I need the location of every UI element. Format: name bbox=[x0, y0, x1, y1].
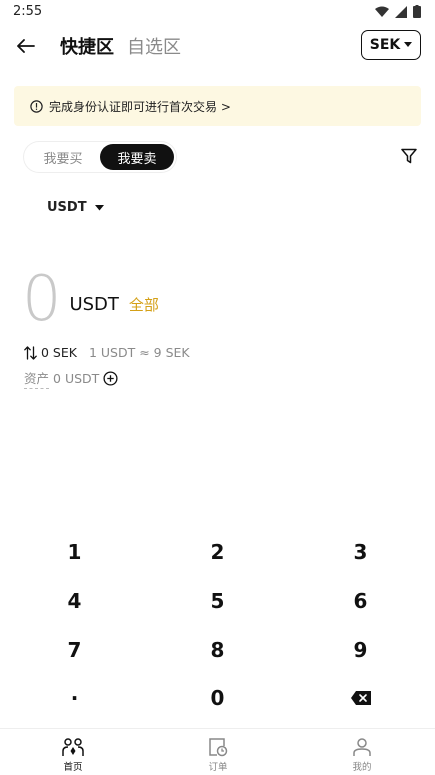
battery-icon bbox=[413, 5, 421, 18]
key-5[interactable]: 5 bbox=[145, 577, 290, 625]
caret-down-icon bbox=[404, 42, 413, 47]
fiat-amount: 0 SEK bbox=[41, 345, 77, 360]
kyc-notice-banner[interactable]: 完成身份认证即可进行首次交易 > bbox=[14, 86, 421, 126]
caret-down-icon bbox=[94, 204, 104, 210]
assets-label[interactable]: 资产 bbox=[24, 368, 50, 389]
key-2[interactable]: 2 bbox=[145, 528, 290, 576]
nav-item-home[interactable]: 首页 bbox=[43, 737, 103, 773]
sell-tab[interactable]: 我要卖 bbox=[100, 144, 174, 170]
key-1[interactable]: 1 bbox=[2, 528, 147, 576]
amount-value[interactable]: 0 bbox=[22, 268, 61, 330]
key-0[interactable]: 0 bbox=[145, 674, 290, 722]
person-icon bbox=[353, 738, 371, 756]
amount-unit: USDT bbox=[69, 294, 119, 315]
coin-value: USDT bbox=[47, 200, 87, 215]
nav-label-orders: 订单 bbox=[208, 762, 228, 773]
buy-tab[interactable]: 我要买 bbox=[26, 144, 100, 170]
key-decimal[interactable]: · bbox=[2, 674, 147, 722]
key-backspace[interactable] bbox=[288, 674, 433, 722]
key-6[interactable]: 6 bbox=[288, 577, 433, 625]
all-button[interactable]: 全部 bbox=[129, 294, 159, 315]
assets-row: 资产 0 USDT bbox=[24, 368, 118, 389]
people-icon bbox=[62, 738, 84, 756]
buy-sell-toggle: 我要买 我要卖 bbox=[24, 142, 176, 172]
conversion-row: 0 SEK 1 USDT ≈ 9 SEK bbox=[24, 345, 190, 360]
bottom-nav: 首页 订单 我的 bbox=[0, 728, 435, 775]
swap-arrows-icon[interactable] bbox=[24, 345, 37, 360]
key-3[interactable]: 3 bbox=[288, 528, 433, 576]
assets-value: 0 USDT bbox=[53, 371, 100, 386]
tab-quick-zone[interactable]: 快捷区 bbox=[60, 33, 114, 59]
status-time: 2:55 bbox=[13, 4, 43, 19]
key-9[interactable]: 9 bbox=[288, 626, 433, 674]
signal-icon bbox=[395, 5, 407, 18]
nav-item-profile[interactable]: 我的 bbox=[332, 737, 392, 773]
key-7[interactable]: 7 bbox=[2, 626, 147, 674]
tab-custom-zone[interactable]: 自选区 bbox=[127, 33, 181, 59]
backspace-icon bbox=[350, 691, 371, 705]
key-4[interactable]: 4 bbox=[2, 577, 147, 625]
coin-selector[interactable]: USDT bbox=[47, 200, 104, 215]
order-clock-icon bbox=[209, 738, 228, 757]
add-circle-icon[interactable] bbox=[103, 371, 118, 386]
wifi-icon bbox=[375, 6, 389, 17]
amount-display: 0 USDT 全部 bbox=[22, 268, 159, 330]
notice-text: 完成身份认证即可进行首次交易 > bbox=[49, 99, 231, 114]
currency-value: SEK bbox=[369, 37, 401, 53]
nav-label-home: 首页 bbox=[63, 762, 83, 773]
currency-select-button[interactable]: SEK bbox=[361, 30, 421, 60]
filter-icon[interactable] bbox=[401, 148, 421, 168]
nav-label-profile: 我的 bbox=[352, 762, 372, 773]
back-arrow-icon[interactable] bbox=[14, 34, 38, 58]
nav-item-orders[interactable]: 订单 bbox=[188, 737, 248, 773]
top-bar: 快捷区 自选区 SEK bbox=[0, 24, 435, 68]
info-icon bbox=[30, 99, 43, 113]
key-8[interactable]: 8 bbox=[145, 626, 290, 674]
status-bar: 2:55 bbox=[0, 0, 435, 24]
exchange-rate: 1 USDT ≈ 9 SEK bbox=[88, 345, 190, 360]
status-icons bbox=[375, 5, 421, 18]
